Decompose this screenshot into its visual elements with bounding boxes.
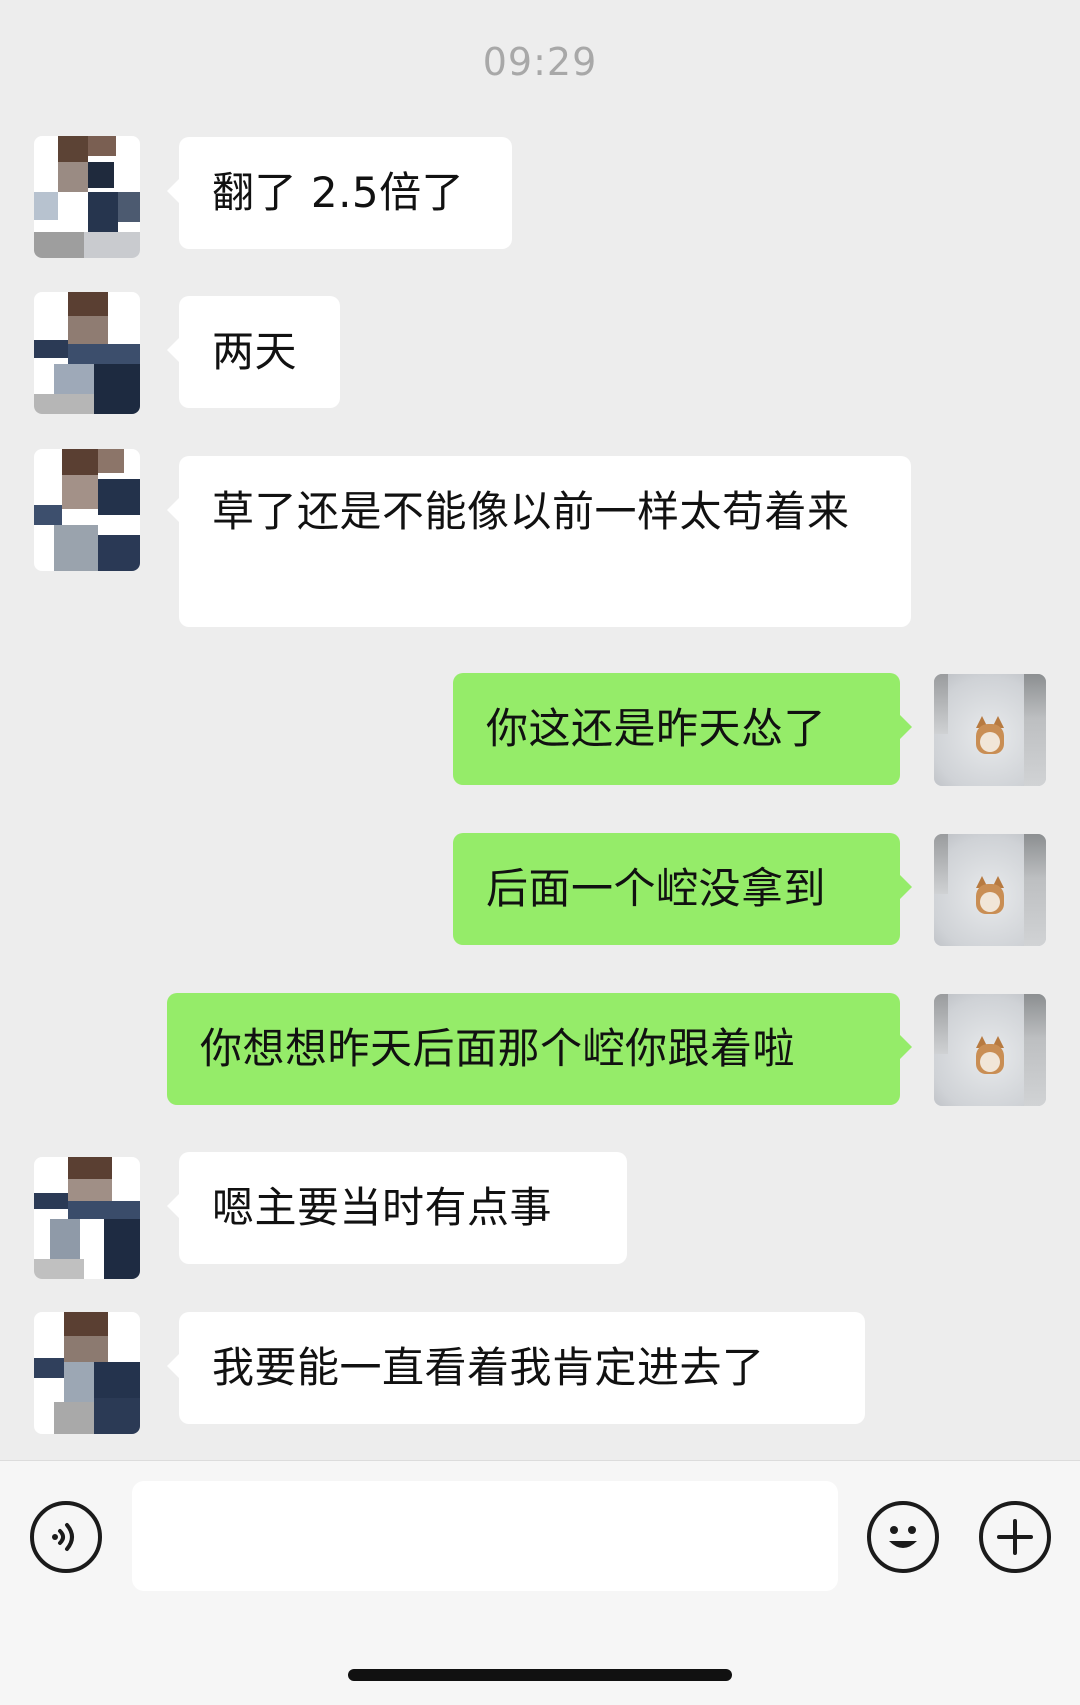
message-bubble[interactable]: 翻了 2.5倍了 <box>167 137 512 249</box>
contact-avatar[interactable] <box>34 1312 140 1434</box>
message-bubble[interactable]: 两天 <box>167 296 340 408</box>
message-bubble[interactable]: 草了还是不能像以前一样太苟着来 <box>167 456 911 627</box>
more-button[interactable] <box>979 1501 1051 1573</box>
input-bar <box>0 1460 1080 1705</box>
chat-screen: 09:29 翻了 2.5倍了 两天 草了还是不能像以前一样太苟着来 你这还是昨天… <box>0 0 1080 1705</box>
message-input[interactable] <box>132 1481 838 1591</box>
voice-icon <box>52 1523 74 1551</box>
contact-avatar[interactable] <box>34 449 140 571</box>
my-avatar[interactable] <box>934 834 1046 946</box>
message-bubble[interactable]: 嗯主要当时有点事 <box>167 1152 627 1264</box>
contact-avatar[interactable] <box>34 1157 140 1279</box>
my-avatar[interactable] <box>934 994 1046 1106</box>
emoji-icon <box>889 1526 917 1548</box>
plus-icon <box>997 1519 1033 1555</box>
home-indicator[interactable] <box>348 1669 732 1681</box>
my-avatar[interactable] <box>934 674 1046 786</box>
contact-avatar[interactable] <box>34 292 140 414</box>
emoji-button[interactable] <box>867 1501 939 1573</box>
contact-avatar[interactable] <box>34 136 140 258</box>
message-bubble[interactable]: 后面一个崆没拿到 <box>453 833 912 945</box>
chat-timestamp: 09:29 <box>482 40 598 84</box>
message-bubble[interactable]: 你这还是昨天怂了 <box>453 673 912 785</box>
message-bubble[interactable]: 我要能一直看着我肯定进去了 <box>167 1312 865 1424</box>
voice-button[interactable] <box>30 1501 102 1573</box>
message-bubble[interactable]: 你想想昨天后面那个崆你跟着啦 <box>167 993 912 1105</box>
